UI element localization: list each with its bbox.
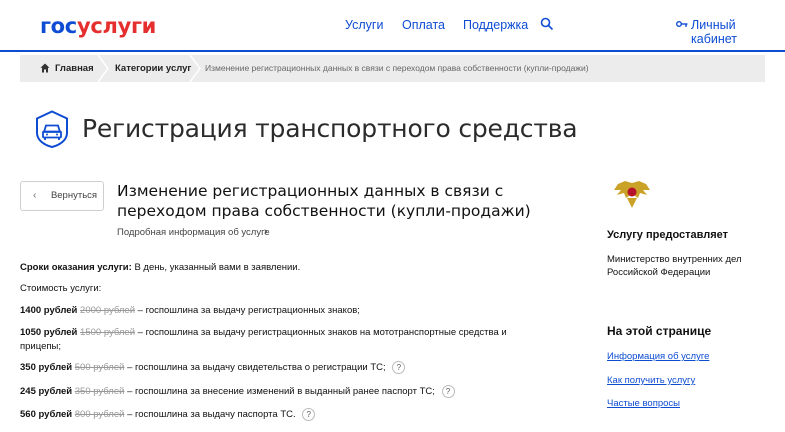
cost-price: 1050 рублей — [20, 327, 78, 338]
breadcrumb-current: Изменение регистрационных данных в связи… — [205, 63, 589, 73]
cost-item: 350 рублей 500 рублей – госпошлина за вы… — [20, 361, 570, 375]
mvd-emblem-icon — [614, 181, 650, 208]
link-faq[interactable]: Частые вопросы — [607, 398, 680, 409]
breadcrumb-separator — [97, 55, 109, 82]
service-title: Изменение регистрационных данных в связи… — [117, 182, 531, 220]
cost-label: Стоимость услуги: — [20, 283, 102, 294]
terms-label: Сроки оказания услуги: — [20, 262, 132, 273]
page-title: Регистрация транспортного средства — [82, 114, 578, 143]
nav-support[interactable]: Поддержка — [463, 18, 528, 32]
back-button[interactable]: ‹ Вернуться — [20, 181, 104, 211]
cost-old-price: 500 рублей — [74, 362, 125, 374]
cost-desc: – госпошлина за внесение изменений в выд… — [127, 386, 435, 398]
cost-item: 245 рублей 350 рублей – госпошлина за вн… — [20, 385, 570, 399]
provider-name: Министерство внутренних дел Российской Ф… — [607, 254, 742, 278]
cost-desc: – госпошлина за выдачу паспорта ТС. — [127, 409, 296, 421]
breadcrumb-categories[interactable]: Категории услуг — [115, 55, 191, 82]
breadcrumb-separator — [189, 55, 201, 82]
breadcrumb: Главная Категории услуг Изменение регист… — [20, 55, 765, 82]
cost-desc: – госпошлина за выдачу регистрационных з… — [137, 305, 360, 316]
cost-price: 1400 рублей — [20, 305, 78, 316]
link-service-info[interactable]: Информация об услуге — [607, 351, 709, 362]
chevron-left-icon: ‹ — [33, 190, 37, 201]
provider-heading: Услугу предоставляет — [607, 229, 729, 241]
breadcrumb-home[interactable]: Главная — [55, 55, 94, 82]
search-icon[interactable] — [540, 17, 554, 31]
back-button-label: Вернуться — [50, 190, 98, 201]
link-how-to-get[interactable]: Как получить услугу — [607, 375, 695, 386]
personal-cabinet-link[interactable]: Личный кабинет — [691, 18, 785, 46]
cost-item: 560 рублей 800 рублей – госпошлина за вы… — [20, 408, 570, 422]
cost-old-price: 2000 рублей — [80, 305, 136, 316]
cost-item: 1400 рублей 2000 рублей – госпошлина за … — [20, 304, 570, 318]
help-icon[interactable]: ? — [392, 361, 406, 374]
help-icon[interactable]: ? — [441, 385, 455, 398]
service-terms: Сроки оказания услуги: В день, указанный… — [20, 261, 570, 275]
chevron-right-icon: › — [264, 226, 268, 238]
cost-price: 350 рублей — [20, 362, 73, 374]
cost-price: 560 рублей — [20, 409, 73, 421]
cost-desc: – госпошлина за выдачу свидетельства о р… — [127, 362, 386, 374]
cost-item: 1050 рублей 1500 рублей – госпошлина за … — [20, 326, 530, 354]
nav-payment[interactable]: Оплата — [402, 18, 445, 32]
logo-part-2: услуги — [76, 14, 157, 38]
cost-old-price: 1500 рублей — [80, 327, 136, 338]
gosuslugi-logo[interactable]: госуслуги — [40, 14, 156, 38]
cost-old-price: 800 рублей — [74, 409, 125, 421]
key-icon — [676, 21, 688, 27]
home-icon — [40, 63, 50, 73]
on-page-heading: На этой странице — [607, 324, 712, 338]
cost-price: 245 рублей — [20, 386, 73, 398]
nav-services[interactable]: Услуги — [345, 18, 383, 32]
help-icon[interactable]: ? — [302, 408, 316, 421]
terms-value: В день, указанный вами в заявлении. — [134, 262, 301, 273]
logo-part-1: гос — [40, 14, 77, 38]
site-header: госуслуги Услуги Оплата Поддержка Личный… — [0, 0, 785, 52]
cost-old-price: 350 рублей — [74, 386, 125, 398]
car-icon — [36, 110, 68, 148]
more-info-link[interactable]: Подробная информация об услуге — [117, 227, 270, 238]
